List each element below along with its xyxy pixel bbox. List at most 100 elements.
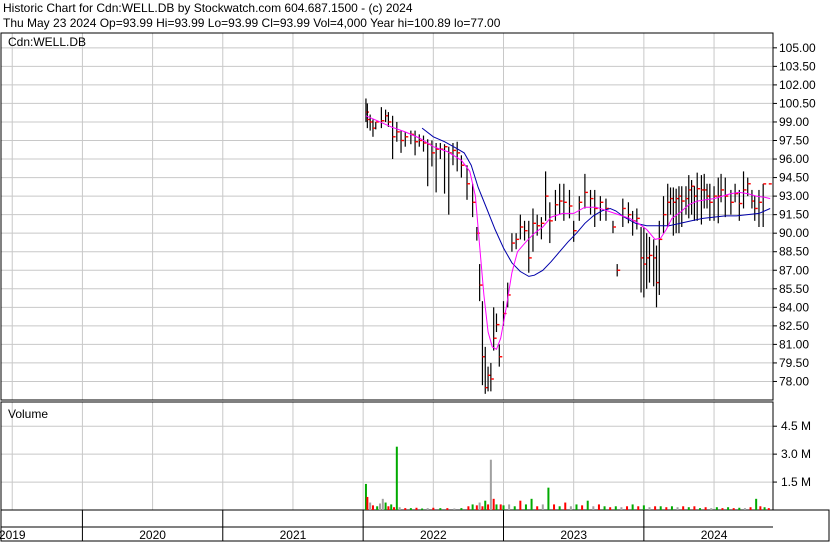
price-tick-label: 78.00 xyxy=(779,374,809,388)
volume-bar xyxy=(499,504,502,510)
volume-bar xyxy=(603,506,606,510)
volume-bar xyxy=(749,507,752,510)
volume-bar xyxy=(637,506,640,510)
chart-header-line1: Historic Chart for Cdn:WELL.DB by Stockw… xyxy=(3,1,413,15)
year-label: 2023 xyxy=(560,528,587,542)
volume-bar xyxy=(586,500,589,510)
volume-bar xyxy=(759,506,762,510)
chart-header-line2: Thu May 23 2024 Op=93.99 Hi=93.99 Lo=93.… xyxy=(3,16,501,30)
volume-bar xyxy=(409,508,412,510)
volume-bar xyxy=(620,507,623,510)
volume-bar xyxy=(626,506,629,510)
volume-tick-label: 4.5 M xyxy=(781,419,811,433)
volume-bar xyxy=(575,504,578,510)
volume-bar xyxy=(609,507,612,510)
volume-bar xyxy=(592,506,595,510)
volume-bar xyxy=(614,506,617,510)
price-tick-label: 100.50 xyxy=(779,96,816,110)
volume-bar xyxy=(767,508,770,510)
volume-bar xyxy=(530,498,533,510)
year-label: 2021 xyxy=(280,528,307,542)
chart-background xyxy=(0,0,830,543)
price-legend-label: Cdn:WELL.DB xyxy=(8,35,86,49)
volume-bar xyxy=(492,498,495,510)
volume-bar xyxy=(682,506,685,510)
volume-bar xyxy=(569,506,572,510)
price-tick-label: 103.50 xyxy=(779,59,816,73)
volume-bar xyxy=(460,508,463,510)
volume-bar xyxy=(693,506,696,510)
price-tick-label: 84.00 xyxy=(779,300,809,314)
volume-bar xyxy=(547,487,550,510)
volume-bar xyxy=(398,507,401,510)
volume-bar xyxy=(378,503,381,510)
price-tick-label: 81.00 xyxy=(779,337,809,351)
volume-bar xyxy=(366,496,369,510)
volume-bar xyxy=(395,446,398,510)
volume-tick-label: 3.0 M xyxy=(781,447,811,461)
price-tick-label: 85.50 xyxy=(779,282,809,296)
volume-title: Volume xyxy=(8,407,48,421)
price-tick-label: 99.00 xyxy=(779,115,809,129)
volume-bar xyxy=(564,502,567,510)
volume-bar xyxy=(384,502,387,510)
year-label: 2019 xyxy=(0,528,26,542)
volume-bar xyxy=(597,504,600,510)
price-tick-label: 87.00 xyxy=(779,263,809,277)
volume-bar xyxy=(743,508,746,510)
volume-bar xyxy=(369,502,372,510)
volume-bar xyxy=(721,508,724,510)
stock-chart: Historic Chart for Cdn:WELL.DB by Stockw… xyxy=(0,0,830,543)
volume-bar xyxy=(581,505,584,510)
volume-bar xyxy=(715,507,718,510)
price-tick-label: 105.00 xyxy=(779,41,816,55)
year-label: 2024 xyxy=(701,528,728,542)
volume-bar xyxy=(421,508,424,510)
volume-bar xyxy=(502,505,505,510)
volume-bar xyxy=(426,508,429,510)
volume-bar xyxy=(642,505,645,510)
volume-bar xyxy=(513,506,516,510)
price-tick-label: 91.50 xyxy=(779,208,809,222)
volume-bar xyxy=(553,504,556,510)
volume-bar xyxy=(381,498,384,510)
volume-bar xyxy=(489,459,492,510)
year-label: 2022 xyxy=(420,528,447,542)
volume-bar xyxy=(387,506,390,510)
volume-bar xyxy=(390,504,393,510)
volume-bar xyxy=(519,500,522,510)
volume-bar xyxy=(541,504,544,510)
price-tick-label: 90.00 xyxy=(779,226,809,240)
volume-bar xyxy=(453,508,456,510)
price-tick-label: 93.00 xyxy=(779,189,809,203)
volume-bar xyxy=(495,504,498,510)
volume-bar xyxy=(508,504,511,510)
volume-bar xyxy=(558,506,561,510)
price-tick-label: 79.50 xyxy=(779,356,809,370)
volume-bar xyxy=(676,507,679,510)
volume-bar xyxy=(659,506,662,510)
volume-bar xyxy=(446,508,449,510)
volume-bar xyxy=(763,507,766,510)
volume-bar xyxy=(631,504,634,510)
volume-bar xyxy=(478,502,481,510)
volume-bar xyxy=(665,507,668,510)
price-tick-label: 94.50 xyxy=(779,171,809,185)
year-label: 2020 xyxy=(139,528,166,542)
volume-bar xyxy=(481,506,484,510)
volume-bar xyxy=(654,506,657,510)
volume-bar xyxy=(732,508,735,510)
price-tick-label: 88.50 xyxy=(779,245,809,259)
volume-bar xyxy=(487,504,490,510)
volume-bar xyxy=(376,506,379,510)
volume-bar xyxy=(524,504,527,510)
volume-bar xyxy=(432,507,435,510)
price-tick-label: 96.00 xyxy=(779,152,809,166)
volume-bar xyxy=(710,508,713,510)
volume-bar xyxy=(393,507,396,510)
volume-bar xyxy=(704,507,707,510)
volume-bar xyxy=(475,505,478,510)
volume-bar xyxy=(439,508,442,510)
volume-bar xyxy=(471,504,474,510)
volume-bar xyxy=(404,508,407,510)
